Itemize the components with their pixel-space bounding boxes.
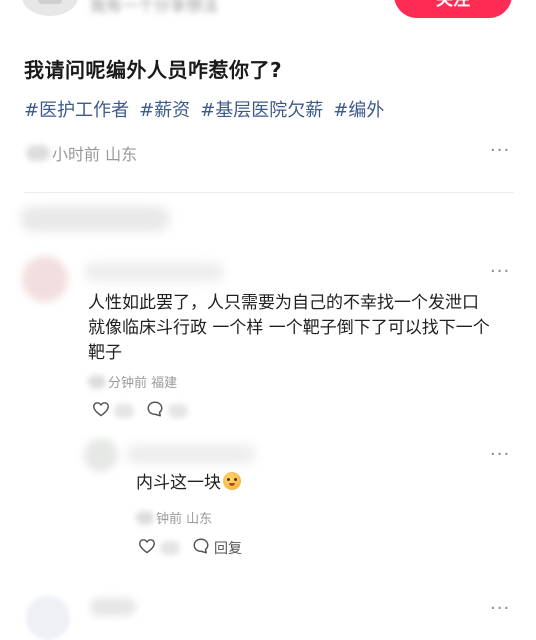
comment-meta-text: 分钟前 福建 — [108, 376, 178, 391]
reply-like-count-blur — [160, 541, 180, 555]
next-commenter-avatar[interactable] — [26, 596, 70, 640]
tag-medical-worker[interactable]: #医护工作者 — [24, 96, 129, 122]
post-meta: 小时前 山东 — [26, 141, 137, 165]
comment-line-3: 靶子 — [88, 343, 122, 363]
reply-button[interactable]: 回复 — [214, 538, 242, 558]
divider — [24, 192, 514, 193]
author-avatar[interactable] — [22, 0, 78, 16]
comment-text: 人性如此罢了，人只需要为自己的不幸找一个发泄口 就像临床斗行政 一个样 一个靶子… — [88, 291, 490, 366]
next-comment-more-icon[interactable]: ··· — [490, 598, 510, 619]
post-time-blur — [26, 145, 50, 161]
comment-time-blur — [88, 374, 106, 389]
comment-meta: 分钟前 福建 — [88, 372, 177, 391]
reply-actions: 回复 — [138, 537, 242, 559]
commenter-name-blur[interactable] — [84, 262, 224, 282]
heart-outline-icon[interactable] — [92, 401, 110, 421]
reply-time-blur — [136, 510, 154, 525]
post-more-icon[interactable]: ··· — [490, 140, 510, 161]
replier-avatar[interactable] — [84, 438, 118, 472]
tag-contract-staff[interactable]: #编外 — [333, 96, 384, 122]
comments-header-blur — [20, 206, 170, 232]
comment-bubble-icon[interactable] — [192, 537, 210, 559]
comment-line-2: 就像临床斗行政 一个样 一个靶子倒下了可以找下一个 — [88, 318, 490, 338]
comment-line-1: 人性如此罢了，人只需要为自己的不幸找一个发泄口 — [88, 293, 479, 313]
replier-name-blur[interactable] — [126, 444, 256, 464]
next-commenter-name-blur[interactable] — [90, 598, 136, 616]
reply-text-content: 内斗这一块 — [136, 473, 221, 493]
tag-salary[interactable]: #薪资 — [139, 96, 190, 122]
tag-hospital-unpaid[interactable]: #基层医院欠薪 — [200, 96, 323, 122]
reply-text: 内斗这一块 — [136, 471, 241, 496]
commenter-avatar[interactable] — [22, 256, 68, 302]
reply-meta-text: 钟前 山东 — [156, 512, 213, 527]
comment-actions — [92, 400, 200, 422]
heart-outline-icon[interactable] — [138, 538, 156, 558]
reply-more-icon[interactable]: ··· — [490, 444, 510, 465]
comment-bubble-icon[interactable] — [146, 400, 164, 422]
post-title: 我请问呢编外人员咋惹你了? — [24, 58, 283, 82]
author-name[interactable]: 我有一个分享想法 — [90, 0, 218, 16]
grin-emoji-icon — [223, 472, 241, 490]
reply-meta: 钟前 山东 — [136, 508, 212, 527]
comment-count-blur — [168, 404, 188, 418]
comment-more-icon[interactable]: ··· — [490, 261, 510, 282]
follow-button[interactable]: 关注 — [394, 0, 512, 18]
like-count-blur — [114, 404, 134, 418]
post-tags: #医护工作者 #薪资 #基层医院欠薪 #编外 — [24, 96, 384, 122]
post-meta-text: 小时前 山东 — [52, 145, 138, 164]
